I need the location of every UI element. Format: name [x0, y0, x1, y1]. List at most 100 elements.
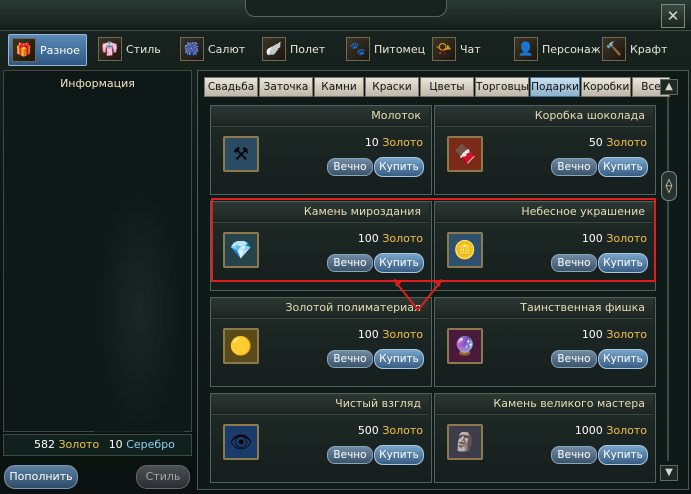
category-label: Питомец [374, 42, 426, 56]
price-amount: 500 [357, 424, 379, 437]
scrollbar[interactable]: ▲ ⟠ ▼ [660, 79, 678, 481]
tab-2[interactable]: Камни [314, 77, 364, 97]
buy-button[interactable]: Купить [374, 349, 424, 369]
forever-button[interactable]: Вечно [551, 158, 597, 176]
tab-1[interactable]: Заточка [259, 77, 313, 97]
fireworks-icon: 🎆 [180, 37, 204, 61]
item-price: 100 Золото [582, 328, 647, 341]
item-price: 10 Золото [365, 136, 423, 149]
category-label: Полет [290, 42, 326, 56]
price-amount: 50 [588, 136, 603, 149]
item-price: 50 Золото [589, 136, 647, 149]
item-name: Таинственная фишка [435, 298, 653, 319]
character-icon: 👤 [514, 37, 538, 61]
price-currency: Золото [382, 328, 423, 341]
info-panel-title: Информация [60, 77, 135, 90]
gold-label: Золото [58, 438, 100, 451]
price-currency: Золото [382, 232, 423, 245]
tab-4[interactable]: Цветы [420, 77, 474, 97]
forever-button[interactable]: Вечно [327, 350, 373, 368]
item-card: Коробка шоколада 🍫 50 Золото Вечно Купить [434, 105, 656, 195]
chocolate-box-icon[interactable]: 🍫 [447, 136, 483, 172]
mystery-chip-icon[interactable]: 🔮 [447, 328, 483, 364]
category-2[interactable]: 🎆 Салют [180, 34, 245, 64]
eye-icon[interactable]: 👁 [223, 424, 259, 460]
gift-icon: 🎁 [12, 38, 36, 62]
horn-icon: 📯 [432, 37, 456, 61]
wings-icon: 🪽 [262, 37, 286, 61]
item-price: 100 Золото [358, 328, 423, 341]
buy-button[interactable]: Купить [374, 445, 424, 465]
buy-button[interactable]: Купить [374, 157, 424, 177]
buy-button[interactable]: Купить [598, 157, 648, 177]
category-label: Крафт [630, 42, 668, 56]
tab-5[interactable]: Торговцы [475, 77, 529, 97]
price-currency: Золото [382, 424, 423, 437]
tab-3[interactable]: Краски [365, 77, 419, 97]
item-name: Молоток [211, 106, 429, 127]
forever-button[interactable]: Вечно [551, 254, 597, 272]
item-card: Чистый взгляд 👁 500 Золото Вечно Купить [210, 393, 432, 483]
category-3[interactable]: 🪽 Полет [262, 34, 325, 64]
category-label: Стиль [126, 42, 161, 56]
category-4[interactable]: 🐾 Питомец [346, 34, 425, 64]
price-amount: 100 [357, 328, 379, 341]
character-preview [94, 181, 184, 441]
shop-window: ✕ 🎁 Разное 👘 Стиль 🎆 Салют 🪽 Полет 🐾 Питомец 📯 Чат 👤… [0, 0, 691, 494]
hammer-icon: 🔨 [602, 37, 626, 61]
buy-button[interactable]: Купить [374, 253, 424, 273]
category-1[interactable]: 👘 Стиль [98, 34, 161, 64]
close-icon[interactable]: ✕ [661, 4, 685, 28]
item-card: Таинственная фишка 🔮 100 Золото Вечно Купить [434, 297, 656, 387]
item-name: Камень мироздания [211, 202, 429, 223]
topup-button[interactable]: Пополнить [4, 465, 78, 489]
item-card: Молоток ⚒ 10 Золото Вечно Купить [210, 105, 432, 195]
sky-ornament-icon[interactable]: 🪙 [447, 232, 483, 268]
category-7[interactable]: 🔨 Крафт [602, 34, 667, 64]
item-price: 100 Золото [358, 232, 423, 245]
item-card: Камень великого мастера 🗿 1000 Золото Вечно… [434, 393, 656, 483]
crystal-stone-icon[interactable]: 💎 [223, 232, 259, 268]
item-name: Небесное украшение [435, 202, 653, 223]
buy-button[interactable]: Купить [598, 445, 648, 465]
scroll-thumb[interactable]: ⟠ [661, 171, 677, 201]
price-amount: 100 [357, 232, 379, 245]
category-0[interactable]: 🎁 Разное [8, 34, 87, 66]
balance-bar: 582 Золото 10 Серебро [3, 434, 192, 456]
category-label: Чат [460, 42, 481, 56]
tab-6[interactable]: Подарки [530, 77, 580, 97]
tab-0[interactable]: Свадьба [204, 77, 258, 97]
forever-button[interactable]: Вечно [551, 446, 597, 464]
scroll-down-icon[interactable]: ▼ [660, 465, 678, 481]
scroll-up-icon[interactable]: ▲ [660, 79, 678, 95]
style-button[interactable]: Стиль [136, 465, 190, 489]
master-stone-icon[interactable]: 🗿 [447, 424, 483, 460]
price-currency: Золото [382, 136, 423, 149]
title-ornament [245, 0, 447, 17]
category-label: Салют [208, 42, 246, 56]
forever-button[interactable]: Вечно [551, 350, 597, 368]
forever-button[interactable]: Вечно [327, 158, 373, 176]
price-currency: Золото [606, 136, 647, 149]
item-price: 1000 Золото [575, 424, 647, 437]
price-amount: 100 [581, 232, 603, 245]
hammer-icon[interactable]: ⚒ [223, 136, 259, 172]
category-label: Персонаж [542, 42, 601, 56]
buy-button[interactable]: Купить [598, 253, 648, 273]
forever-button[interactable]: Вечно [327, 254, 373, 272]
gold-material-icon[interactable]: 🟡 [223, 328, 259, 364]
annotation-arrows [393, 279, 443, 312]
price-currency: Золото [606, 328, 647, 341]
forever-button[interactable]: Вечно [327, 446, 373, 464]
price-currency: Золото [606, 232, 647, 245]
category-5[interactable]: 📯 Чат [432, 34, 481, 64]
costume-icon: 👘 [98, 37, 122, 61]
category-6[interactable]: 👤 Персонаж [514, 34, 601, 64]
category-label: Разное [40, 43, 80, 57]
item-name: Камень великого мастера [435, 394, 653, 415]
item-name: Чистый взгляд [211, 394, 429, 415]
item-name: Коробка шоколада [435, 106, 653, 127]
tab-7[interactable]: Коробки [581, 77, 631, 97]
scroll-track[interactable] [667, 97, 669, 461]
buy-button[interactable]: Купить [598, 349, 648, 369]
